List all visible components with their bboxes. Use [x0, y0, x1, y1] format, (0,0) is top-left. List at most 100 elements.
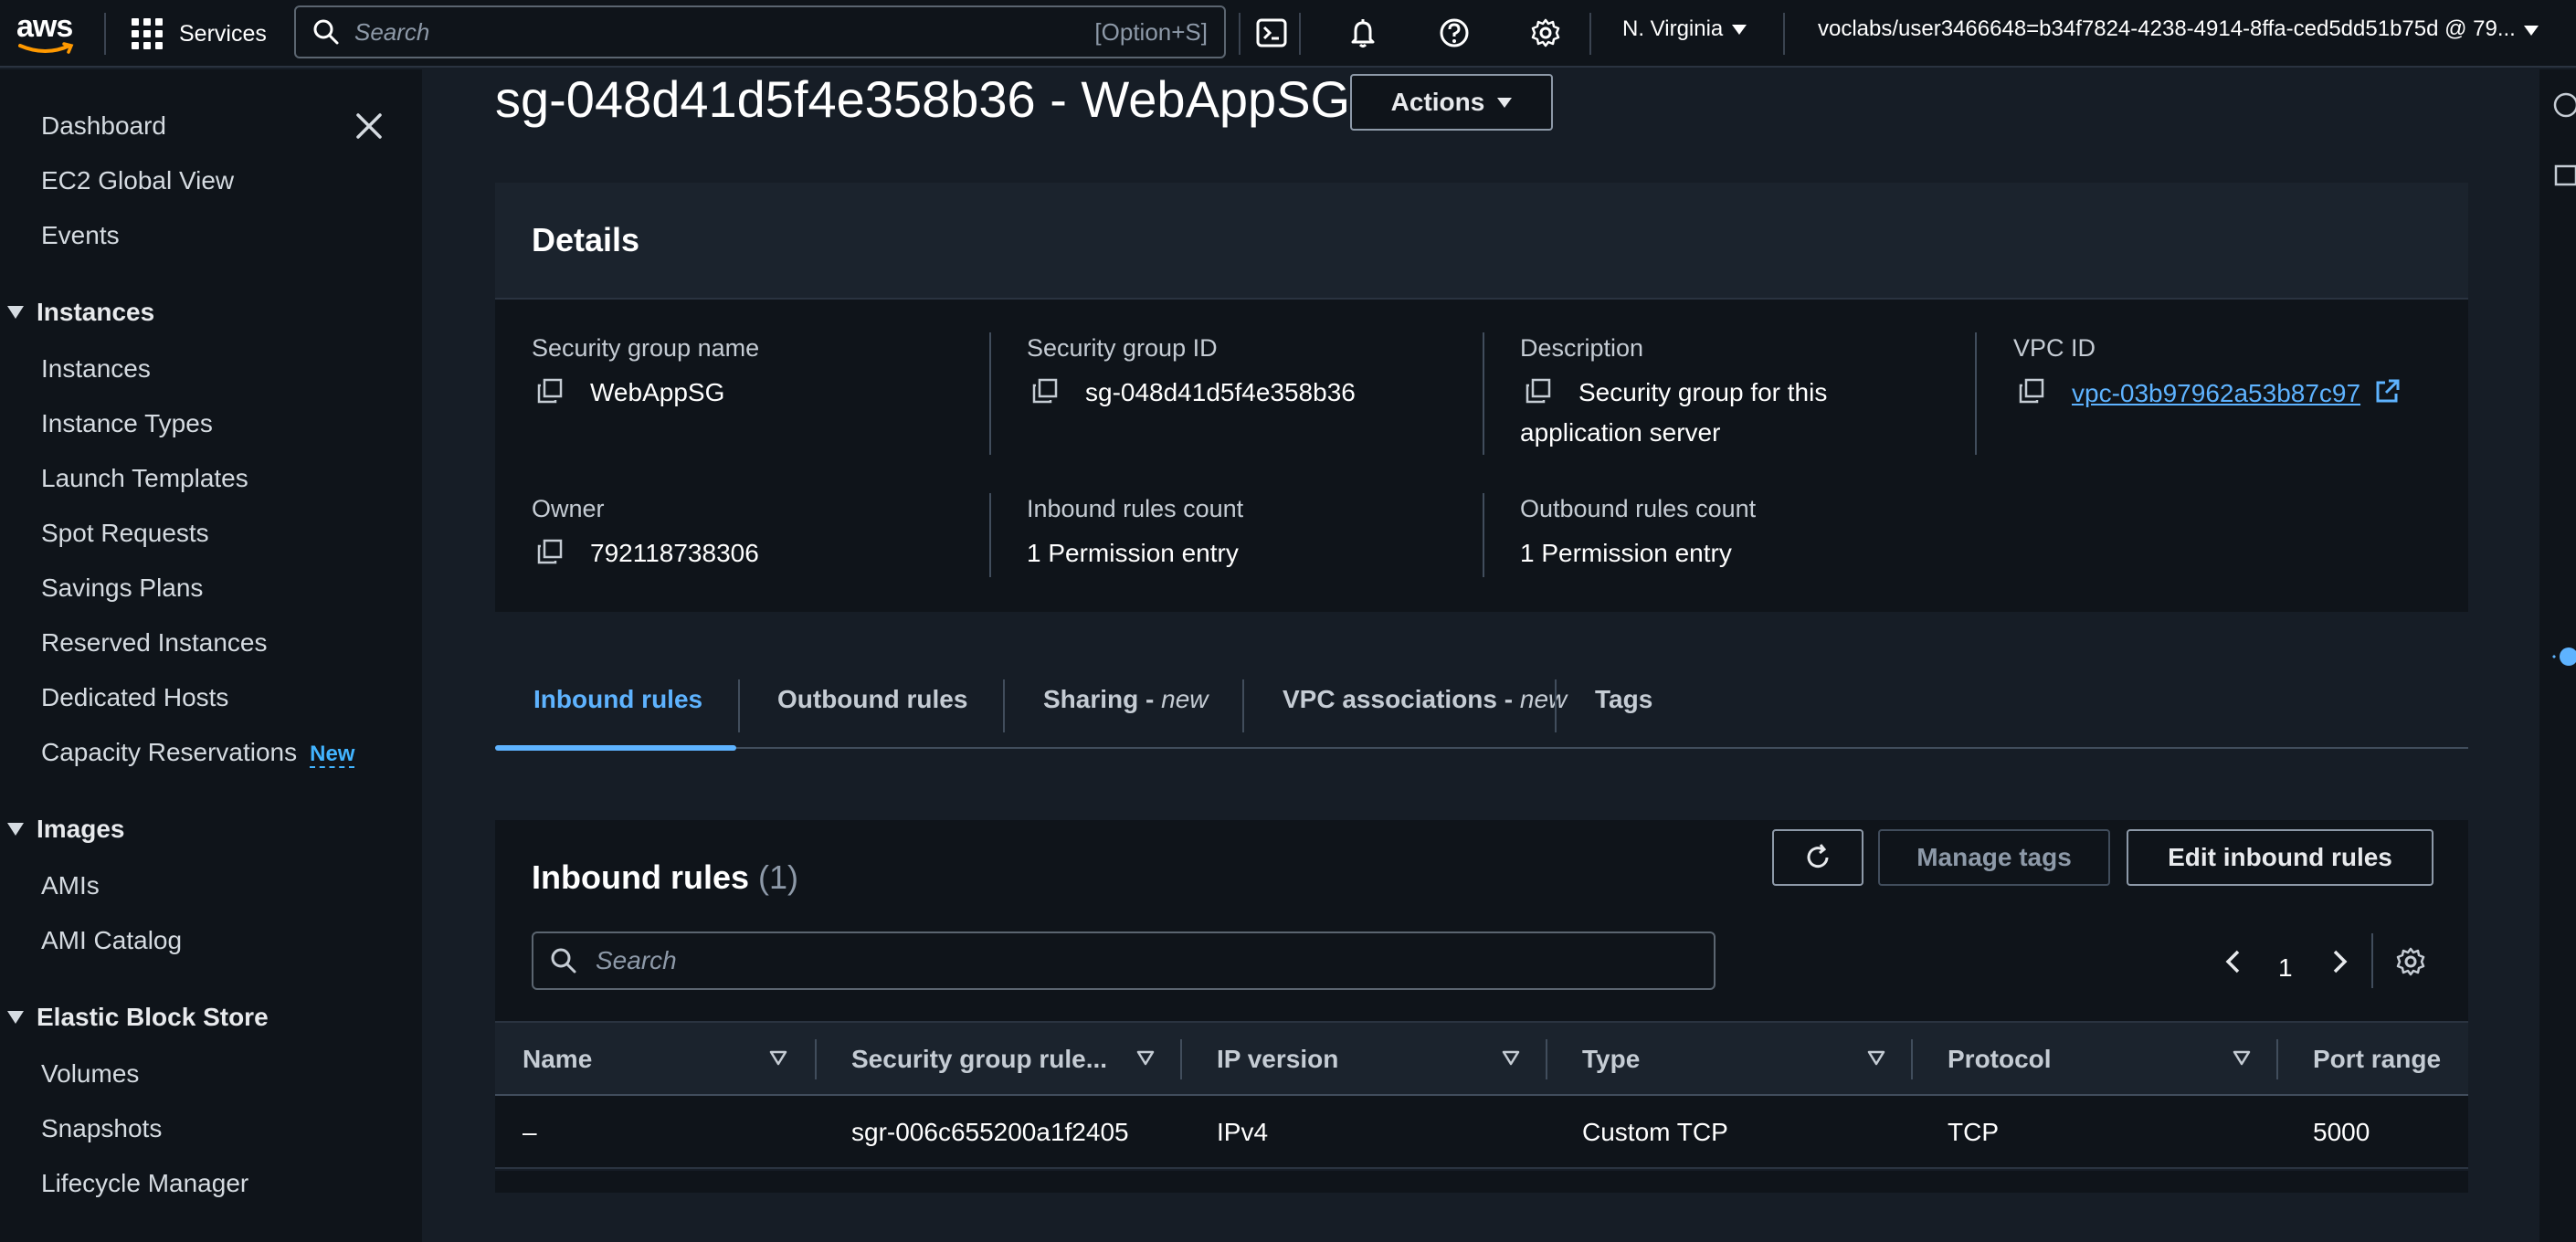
sidebar-item-instances[interactable]: Instances [41, 354, 151, 384]
description-value-line1: Security group for this [1578, 378, 1828, 406]
sidebar-item-ec2-global-view[interactable]: EC2 Global View [41, 166, 234, 195]
sort-icon[interactable] [769, 1050, 787, 1067]
sidebar-section-instances[interactable]: Instances [7, 298, 154, 327]
column-divider[interactable] [1911, 1039, 1913, 1079]
tab-tags[interactable]: Tags [1595, 685, 1652, 714]
page-title: sg-048d41d5f4e358b36 - WebAppSG [495, 70, 1351, 128]
active-tab-indicator [495, 745, 736, 751]
sidebar-item-events[interactable]: Events [41, 221, 120, 250]
actions-label: Actions [1390, 88, 1485, 116]
divider [1483, 332, 1484, 455]
sidebar-item-capacity-reservations[interactable]: Capacity Reservations New [41, 738, 355, 768]
aws-logo[interactable]: aws [16, 9, 79, 58]
column-divider[interactable] [1180, 1039, 1182, 1079]
vpc-id-link[interactable]: vpc-03b97962a53b87c97 [2072, 378, 2401, 408]
account-menu[interactable]: voclabs/user3466648=b34f7824-4238-4914-8… [1818, 16, 2572, 42]
table-footer [495, 1171, 2468, 1193]
services-label: Services [179, 20, 267, 47]
chevron-left-icon[interactable] [2220, 948, 2247, 975]
column-header-port-range[interactable]: Port range [2313, 1045, 2441, 1074]
copy-icon[interactable] [1030, 376, 1060, 405]
sidebar-item-volumes[interactable]: Volumes [41, 1059, 139, 1089]
copy-icon[interactable] [2017, 376, 2046, 405]
sort-icon[interactable] [1136, 1050, 1155, 1067]
search-placeholder: Search [354, 17, 430, 46]
chevron-right-icon[interactable] [2326, 948, 2353, 975]
search-icon [313, 19, 339, 45]
services-menu[interactable]: Services [132, 15, 267, 53]
actions-button[interactable]: Actions [1350, 74, 1553, 131]
page-number[interactable]: 1 [2278, 953, 2293, 983]
search-placeholder: Search [596, 946, 677, 974]
column-divider[interactable] [1546, 1039, 1547, 1079]
vpc-id-label: VPC ID [2013, 334, 2096, 362]
copy-icon[interactable] [535, 376, 565, 405]
sidebar-item-dedicated-hosts[interactable]: Dedicated Hosts [41, 683, 228, 712]
tab-inbound-rules[interactable]: Inbound rules [533, 685, 702, 714]
manage-tags-button[interactable]: Manage tags [1878, 829, 2110, 886]
section-title: Elastic Block Store [37, 1003, 269, 1031]
sidebar-item-ami-catalog[interactable]: AMI Catalog [41, 926, 182, 955]
copy-icon[interactable] [535, 537, 565, 566]
nav-divider [1239, 13, 1240, 55]
close-icon[interactable] [353, 110, 385, 142]
inbound-count-label: Inbound rules count [1027, 495, 1244, 522]
sidebar-item-spot-requests[interactable]: Spot Requests [41, 519, 209, 548]
divider [2371, 933, 2373, 988]
sidebar-item-lifecycle-manager[interactable]: Lifecycle Manager [41, 1169, 248, 1198]
copy-icon[interactable] [1524, 376, 1553, 405]
assistant-sparkle-icon[interactable] [2549, 643, 2576, 670]
column-divider[interactable] [2276, 1039, 2278, 1079]
sidebar-item-launch-templates[interactable]: Launch Templates [41, 464, 248, 493]
sidebar-item-dashboard[interactable]: Dashboard [41, 111, 166, 141]
refresh-button[interactable] [1772, 829, 1863, 886]
sidebar-item-reserved-instances[interactable]: Reserved Instances [41, 628, 267, 658]
tab-sharing[interactable]: Sharing - new [1043, 685, 1209, 714]
settings-gear-icon[interactable] [1526, 13, 1566, 53]
divider [989, 493, 991, 577]
sidebar-item-snapshots[interactable]: Snapshots [41, 1114, 162, 1143]
region-selector[interactable]: N. Virginia [1622, 16, 1747, 42]
cloudshell-icon[interactable] [1251, 13, 1292, 53]
tab-vpc-associations[interactable]: VPC associations - new [1283, 685, 1567, 714]
global-search-input[interactable]: Search [Option+S] [294, 5, 1226, 58]
sort-icon[interactable] [1867, 1050, 1885, 1067]
column-header-type[interactable]: Type [1582, 1045, 1640, 1074]
aws-logo-text: aws [16, 9, 73, 44]
preferences-gear-icon[interactable] [2395, 946, 2426, 977]
notifications-bell-icon[interactable] [1343, 13, 1383, 53]
title-text: Inbound rules [532, 858, 749, 896]
rule-count: (1) [758, 858, 799, 896]
sidebar-section-images[interactable]: Images [7, 815, 125, 844]
cell-name: – [523, 1118, 537, 1146]
sidebar-section-elastic-block-store[interactable]: Elastic Block Store [7, 1003, 269, 1032]
sidebar-item-savings-plans[interactable]: Savings Plans [41, 574, 203, 603]
column-header-rule-id[interactable]: Security group rule... [851, 1045, 1107, 1074]
caret-down-icon [2523, 26, 2539, 36]
outbound-count-value: 1 Permission entry [1520, 539, 1732, 567]
outbound-count-label: Outbound rules count [1520, 495, 1757, 522]
tab-bar: Inbound rules Outbound rules Sharing - n… [495, 654, 2468, 751]
caret-down-icon [7, 823, 24, 836]
column-divider[interactable] [815, 1039, 817, 1079]
table-header: Name Security group rule... IP version T… [495, 1021, 2468, 1096]
rules-search-input[interactable]: Search [532, 932, 1716, 990]
column-header-ip-version[interactable]: IP version [1217, 1045, 1338, 1074]
sidebar-item-amis[interactable]: AMIs [41, 871, 100, 900]
section-title: Images [37, 815, 125, 843]
nav-divider [1299, 13, 1301, 55]
help-icon[interactable] [1434, 13, 1474, 53]
feedback-icon[interactable] [2552, 163, 2576, 190]
tab-outbound-rules[interactable]: Outbound rules [777, 685, 967, 714]
owner-value: 792118738306 [590, 539, 759, 567]
column-header-protocol[interactable]: Protocol [1948, 1045, 2052, 1074]
column-header-name[interactable]: Name [523, 1045, 592, 1074]
table-row[interactable]: – sgr-006c655200a1f2405 IPv4 Custom TCP … [495, 1096, 2468, 1169]
external-link-icon [2376, 379, 2400, 403]
sort-icon[interactable] [1502, 1050, 1520, 1067]
sort-icon[interactable] [2233, 1050, 2251, 1067]
tab-label: Inbound rules [533, 685, 703, 713]
edit-inbound-rules-button[interactable]: Edit inbound rules [2127, 829, 2433, 886]
sidebar-item-instance-types[interactable]: Instance Types [41, 409, 213, 438]
info-panel-icon[interactable] [2552, 91, 2576, 119]
